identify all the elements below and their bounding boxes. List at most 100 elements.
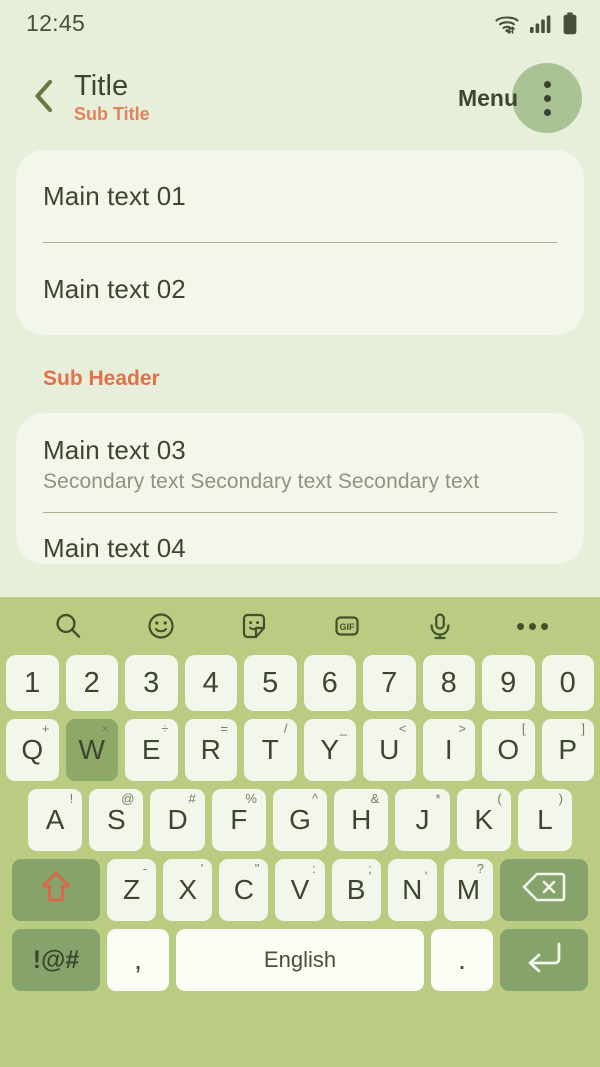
key-d[interactable]: # D — [150, 789, 205, 851]
key-r[interactable]: = R — [184, 719, 237, 781]
key-i[interactable]: > I — [422, 719, 475, 781]
key-h-alt: & — [370, 791, 380, 806]
key-l-label: L — [537, 804, 553, 835]
key-w-alt: × — [101, 721, 109, 736]
key-v-label: V — [290, 874, 310, 905]
period-key[interactable]: . — [431, 929, 493, 991]
key-b[interactable]: ; B — [331, 859, 381, 921]
backspace-icon — [522, 871, 566, 910]
sticker-icon[interactable] — [238, 610, 270, 642]
more-horizontal-icon[interactable] — [516, 622, 548, 630]
key-f-alt: % — [245, 791, 257, 806]
shift-up-arrow-icon — [39, 869, 73, 912]
wifi-icon — [494, 12, 520, 34]
key-m[interactable]: ? M — [443, 859, 493, 921]
key-e[interactable]: ÷ E — [125, 719, 178, 781]
key-l[interactable]: ) L — [517, 789, 572, 851]
list-item-title: Main text 04 — [43, 533, 186, 563]
card-group-2: Main text 03 Secondary text Secondary te… — [16, 413, 584, 564]
status-icons — [494, 12, 578, 35]
key-y-alt: _ — [339, 721, 347, 736]
key-u-alt: < — [398, 721, 407, 736]
key-h[interactable]: & H — [334, 789, 389, 851]
key-c-label: C — [233, 874, 254, 905]
comma-key[interactable]: , — [107, 929, 169, 991]
key-s[interactable]: @ S — [89, 789, 144, 851]
keyboard-rows: 1 2 3 4 5 6 7 8 9 0 + Q × W ÷ E = R / T _ Y < U… — [0, 655, 600, 991]
signal-icon — [529, 12, 553, 34]
on-screen-keyboard: GIF 1 2 3 4 5 6 7 8 9 0 + Q × W ÷ E = R … — [0, 597, 600, 1067]
symbols-key[interactable]: !@# — [12, 929, 100, 991]
key-p-label: P — [558, 734, 578, 765]
key-x[interactable]: ' X — [163, 859, 213, 921]
key-k-label: K — [474, 804, 493, 835]
key-e-alt: ÷ — [161, 721, 169, 736]
key-3[interactable]: 3 — [125, 655, 178, 711]
backspace-key[interactable] — [499, 859, 588, 921]
key-j-alt: * — [435, 791, 441, 806]
key-d-alt: # — [188, 791, 196, 806]
key-2[interactable]: 2 — [65, 655, 118, 711]
key-e-label: E — [141, 734, 161, 765]
list-item[interactable]: Main text 01 — [16, 150, 584, 242]
battery-icon — [562, 12, 578, 35]
list-item[interactable]: Main text 02 — [16, 243, 584, 335]
key-w[interactable]: × W — [65, 719, 118, 781]
keyboard-row-top: + Q × W ÷ E = R / T _ Y < U > I [O ] P — [6, 719, 594, 781]
key-f[interactable]: % F — [211, 789, 266, 851]
sub-header: Sub Header — [43, 367, 160, 390]
space-key[interactable]: English — [176, 929, 424, 991]
keyboard-row-bottom: !@# , English . — [6, 929, 594, 991]
key-k[interactable]: (K — [456, 789, 511, 851]
key-x-label: X — [178, 874, 198, 905]
key-h-label: H — [351, 804, 372, 835]
key-k-alt: ( — [497, 791, 502, 806]
key-q-alt: + — [41, 721, 50, 736]
page-subtitle: Sub Title — [74, 103, 150, 124]
key-i-label: I — [444, 734, 453, 765]
phone-screen: 12:45 Title Sub Title Menu Main text 01 … — [0, 0, 600, 1067]
key-v[interactable]: :V — [275, 859, 325, 921]
key-q[interactable]: + Q — [6, 719, 59, 781]
keyboard-row-numbers: 1 2 3 4 5 6 7 8 9 0 — [6, 655, 594, 711]
key-9[interactable]: 9 — [482, 655, 535, 711]
key-g-label: G — [289, 804, 311, 835]
emoji-icon[interactable] — [145, 610, 177, 642]
key-o[interactable]: [O — [482, 719, 535, 781]
key-c[interactable]: " C — [219, 859, 269, 921]
key-j[interactable]: * J — [395, 789, 450, 851]
microphone-icon[interactable] — [424, 610, 456, 642]
key-z-label: Z — [123, 874, 141, 905]
overflow-menu-button[interactable] — [512, 63, 582, 133]
key-p[interactable]: ] P — [541, 719, 594, 781]
key-a-label: A — [45, 804, 65, 835]
key-g-alt: ^ — [312, 791, 319, 806]
enter-key[interactable] — [500, 929, 588, 991]
key-g[interactable]: ^ G — [272, 789, 328, 851]
shift-key[interactable] — [12, 859, 100, 921]
key-c-alt: " — [254, 861, 260, 876]
gif-icon[interactable]: GIF — [331, 610, 363, 642]
key-a[interactable]: ! A — [28, 789, 83, 851]
key-s-label: S — [107, 804, 126, 835]
menu-label[interactable]: Menu — [458, 85, 518, 112]
list-item[interactable]: Main text 04 — [16, 513, 584, 564]
key-u[interactable]: < U — [363, 719, 416, 781]
key-8[interactable]: 8 — [422, 655, 475, 711]
key-1[interactable]: 1 — [6, 655, 59, 711]
key-7[interactable]: 7 — [363, 655, 416, 711]
key-z[interactable]: -Z — [107, 859, 157, 921]
status-bar: 12:45 — [0, 0, 600, 46]
key-6[interactable]: 6 — [303, 655, 356, 711]
key-t[interactable]: / T — [244, 719, 297, 781]
search-icon[interactable] — [52, 610, 84, 642]
list-item[interactable]: Main text 03 Secondary text Secondary te… — [16, 413, 584, 512]
key-0[interactable]: 0 — [541, 655, 594, 711]
key-n[interactable]: ,N — [387, 859, 437, 921]
app-bar-actions: Menu — [458, 63, 582, 133]
back-button[interactable] — [22, 76, 66, 120]
key-b-label: B — [346, 874, 366, 905]
key-5[interactable]: 5 — [244, 655, 297, 711]
key-y[interactable]: _ Y — [303, 719, 356, 781]
key-4[interactable]: 4 — [184, 655, 237, 711]
